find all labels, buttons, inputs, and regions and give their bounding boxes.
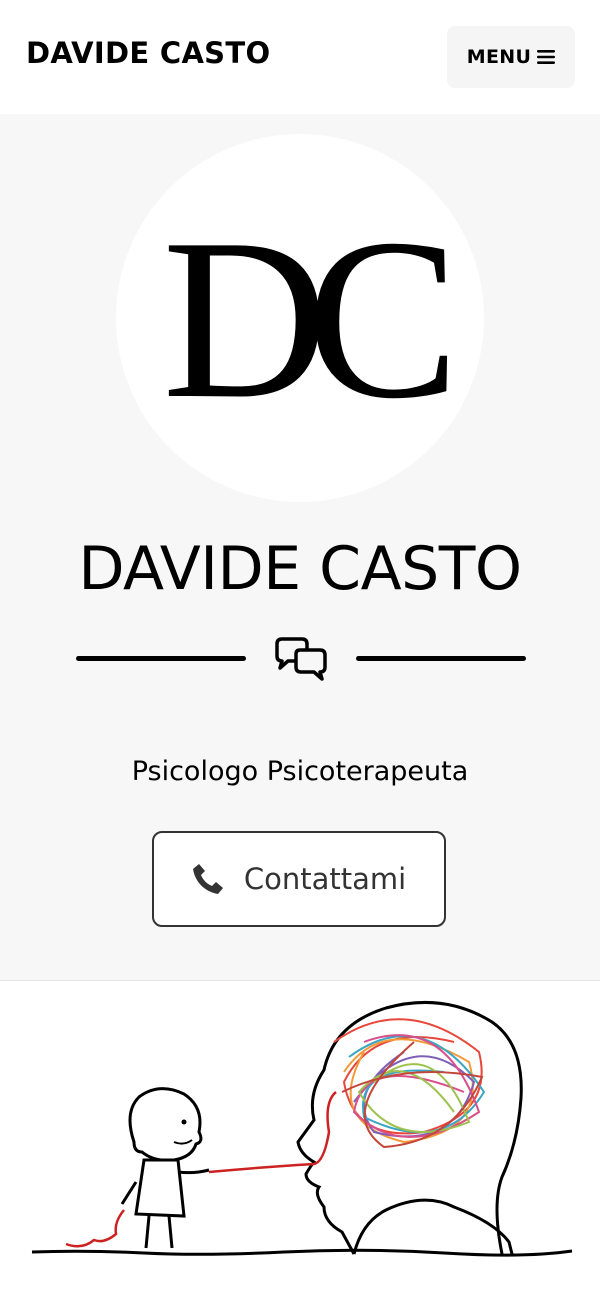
dc-logo: DC: [162, 191, 469, 446]
brand-link[interactable]: DAVIDE CASTO: [26, 36, 270, 70]
phone-icon: [192, 864, 223, 894]
logo-monogram: DC: [162, 191, 447, 446]
divider-line-left: [76, 656, 246, 661]
section-separator: [0, 980, 600, 981]
divider: [76, 636, 526, 684]
illustration-drawing: [31, 1000, 573, 1257]
logo-circle: DC: [116, 134, 484, 502]
contact-button-label: Contattami: [243, 862, 407, 896]
masthead: DC DAVIDE CASTO Psicologo Psicoterapeuta…: [0, 114, 600, 980]
page-title: DAVIDE CASTO: [78, 534, 522, 604]
contact-button[interactable]: Contattami: [152, 831, 446, 927]
hamburger-icon: [537, 50, 556, 64]
menu-label: MENU: [466, 46, 532, 68]
menu-button[interactable]: MENU: [447, 26, 575, 88]
navbar: DAVIDE CASTO MENU: [0, 0, 600, 114]
divider-line-right: [356, 656, 526, 661]
therapy-illustration: [24, 982, 577, 1268]
subtitle: Psicologo Psicoterapeuta: [131, 756, 469, 787]
comments-icon: [275, 637, 327, 681]
